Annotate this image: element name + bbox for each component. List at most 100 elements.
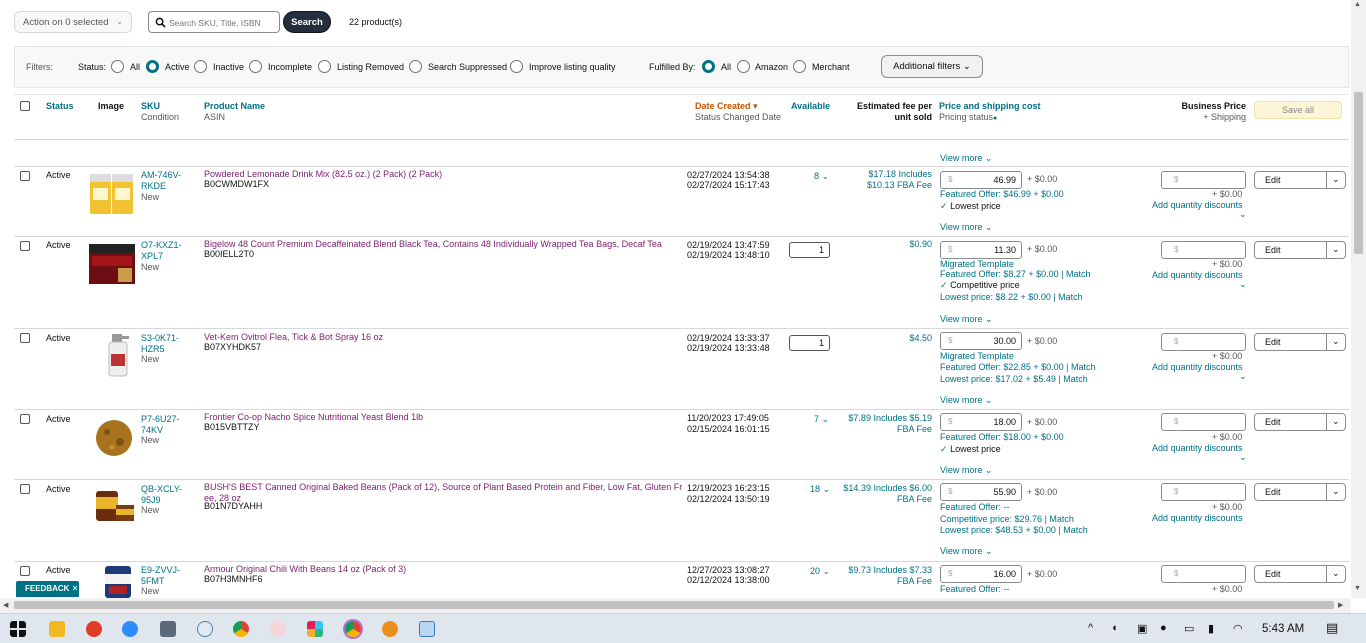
taskbar-clock[interactable]: 5:43 AM — [1262, 623, 1304, 635]
row-fee[interactable]: $14.39 Includes $6.00 FBA Fee — [832, 483, 932, 504]
status-option-listing-removed[interactable]: Listing Removed — [337, 62, 404, 72]
notepad-icon[interactable] — [419, 621, 435, 637]
calculator-icon[interactable] — [160, 621, 176, 637]
row-sku[interactable]: S3-0K71- HZR5 — [141, 333, 179, 354]
row-sku[interactable]: P7-6U27- 74KV — [141, 414, 180, 435]
search-box[interactable] — [148, 11, 280, 33]
battery-icon[interactable]: ▮ — [1208, 622, 1214, 635]
status-radio-active[interactable] — [146, 60, 159, 73]
chevron-down-icon[interactable]: ⌄ — [1239, 279, 1247, 290]
view-more-link[interactable]: View more ⌄ — [940, 222, 992, 233]
status-option-search-suppressed[interactable]: Search Suppressed — [428, 62, 507, 72]
add-quantity-discounts-link[interactable]: Add quantity discounts — [1152, 362, 1243, 373]
snipping-tool-icon[interactable] — [197, 621, 213, 637]
business-price-input[interactable]: $ — [1161, 565, 1246, 583]
row-product-title[interactable]: BUSH'S BEST Canned Original Baked Beans … — [204, 482, 682, 503]
template-label[interactable]: Migrated Template — [940, 351, 1014, 362]
business-price-input[interactable]: $ — [1161, 241, 1246, 259]
fulfilled-radio-all[interactable] — [702, 60, 715, 73]
row-sku[interactable]: O7-KXZ1- XPL7 — [141, 240, 182, 261]
row-checkbox[interactable] — [20, 566, 30, 576]
product-image[interactable] — [90, 415, 140, 461]
row-fee[interactable]: $4.50 — [832, 333, 932, 344]
edit-button[interactable]: Edit ⌄ — [1254, 565, 1346, 583]
product-image[interactable] — [90, 485, 140, 531]
quantity-input[interactable]: 1 — [789, 242, 830, 258]
row-checkbox[interactable] — [20, 333, 30, 343]
scroll-left-icon[interactable]: ◀ — [3, 601, 8, 609]
row-product-title[interactable]: Vet-Kem Ovitrol Flea, Tick & Bot Spray 1… — [204, 332, 383, 343]
col-available[interactable]: Available — [791, 101, 830, 112]
col-status[interactable]: Status — [46, 101, 74, 112]
chrome-profile-icon[interactable] — [345, 621, 361, 637]
row-checkbox[interactable] — [20, 484, 30, 494]
row-fee[interactable]: $9.73 Includes $7.33 FBA Fee — [832, 565, 932, 586]
speaker-icon[interactable]: ◖ — [1111, 622, 1118, 634]
product-image[interactable] — [94, 564, 144, 598]
row-sku[interactable]: QB-XCLY- 95J9 — [141, 484, 182, 505]
row-fee[interactable]: $17.18 Includes $10.13 FBA Fee — [832, 169, 932, 190]
fulfilled-option-all[interactable]: All — [721, 62, 731, 72]
row-fee[interactable]: $7.89 Includes $5.19 FBA Fee — [832, 413, 932, 434]
vertical-scrollbar[interactable]: ▲ ▼ — [1351, 0, 1366, 598]
view-more-link[interactable]: View more ⌄ — [940, 153, 992, 164]
app-icon[interactable] — [270, 621, 286, 637]
info-icon[interactable]: ● — [993, 115, 997, 122]
search-button[interactable]: Search — [283, 11, 331, 33]
fulfilled-radio-amazon[interactable] — [737, 60, 750, 73]
status-option-all[interactable]: All — [130, 62, 140, 72]
screen-icon[interactable]: ▭ — [1184, 622, 1194, 635]
edit-button[interactable]: Edit ⌄ — [1254, 483, 1346, 501]
chevron-up-icon[interactable]: ^ — [1088, 622, 1093, 634]
fulfilled-option-merchant[interactable]: Merchant — [812, 62, 850, 72]
close-icon[interactable]: ✕ — [72, 584, 79, 593]
status-option-active[interactable]: Active — [165, 62, 190, 72]
product-image[interactable] — [88, 242, 138, 288]
edit-button[interactable]: Edit ⌄ — [1254, 333, 1346, 351]
row-product-title[interactable]: Frontier Co-op Nacho Spice Nutritional Y… — [204, 412, 423, 423]
view-more-link[interactable]: View more ⌄ — [940, 395, 992, 406]
add-quantity-discounts-link[interactable]: Add quantity discounts — [1152, 443, 1243, 454]
notification-icon[interactable]: ▤ — [1326, 620, 1338, 636]
status-radio-search-suppressed[interactable] — [409, 60, 422, 73]
view-more-link[interactable]: View more ⌄ — [940, 546, 992, 557]
price-input[interactable]: $46.99 — [940, 171, 1022, 189]
zoom-icon[interactable] — [122, 621, 138, 637]
app-icon[interactable] — [382, 621, 398, 637]
row-sku[interactable]: AM-746V- RKDE — [141, 170, 181, 191]
view-more-link[interactable]: View more ⌄ — [940, 465, 992, 476]
chevron-down-icon[interactable]: ⌄ — [1239, 371, 1247, 382]
horizontal-scrollbar[interactable]: ◀ ▶ — [0, 598, 1351, 613]
edit-button[interactable]: Edit ⌄ — [1254, 241, 1346, 259]
row-fee[interactable]: $0.90 — [832, 239, 932, 250]
chevron-down-icon[interactable]: ⌄ — [1239, 452, 1247, 463]
search-input[interactable] — [169, 15, 275, 30]
add-quantity-discounts-link[interactable]: Add quantity discounts — [1152, 200, 1243, 211]
product-image[interactable] — [94, 332, 144, 378]
col-price-label[interactable]: Price and shipping cost — [939, 101, 1041, 111]
windows-start-icon[interactable] — [10, 621, 26, 637]
status-radio-all[interactable] — [111, 60, 124, 73]
business-price-input[interactable]: $ — [1161, 333, 1246, 351]
wps-office-icon[interactable] — [86, 621, 102, 637]
row-available[interactable]: 8 ⌄ — [814, 171, 829, 182]
row-product-title[interactable]: Armour Original Chili With Beans 14 oz (… — [204, 564, 406, 575]
add-quantity-discounts-link[interactable]: Add quantity discounts — [1152, 270, 1243, 281]
row-checkbox[interactable] — [20, 241, 30, 251]
status-option-incomplete[interactable]: Incomplete — [268, 62, 312, 72]
quantity-input[interactable]: 1 — [789, 335, 830, 351]
col-product-name-label[interactable]: Product Name — [204, 101, 265, 111]
edit-button[interactable]: Edit ⌄ — [1254, 171, 1346, 189]
template-label[interactable]: Migrated Template — [940, 259, 1014, 270]
status-radio-inactive[interactable] — [194, 60, 207, 73]
scroll-up-icon[interactable]: ▲ — [1354, 1, 1361, 8]
microphone-icon[interactable]: ● — [1160, 622, 1167, 634]
row-product-title[interactable]: Powdered Lemonade Drink Mix (82.5 oz.) (… — [204, 169, 442, 180]
row-available[interactable]: 7 ⌄ — [814, 414, 829, 425]
feedback-tab[interactable]: FEEDBACK ✕ — [16, 581, 79, 597]
slack-icon[interactable] — [307, 621, 323, 637]
row-product-title[interactable]: Bigelow 48 Count Premium Decaffeinated B… — [204, 239, 662, 250]
price-input[interactable]: $11.30 — [940, 241, 1022, 259]
edit-button[interactable]: Edit ⌄ — [1254, 413, 1346, 431]
row-checkbox[interactable] — [20, 171, 30, 181]
